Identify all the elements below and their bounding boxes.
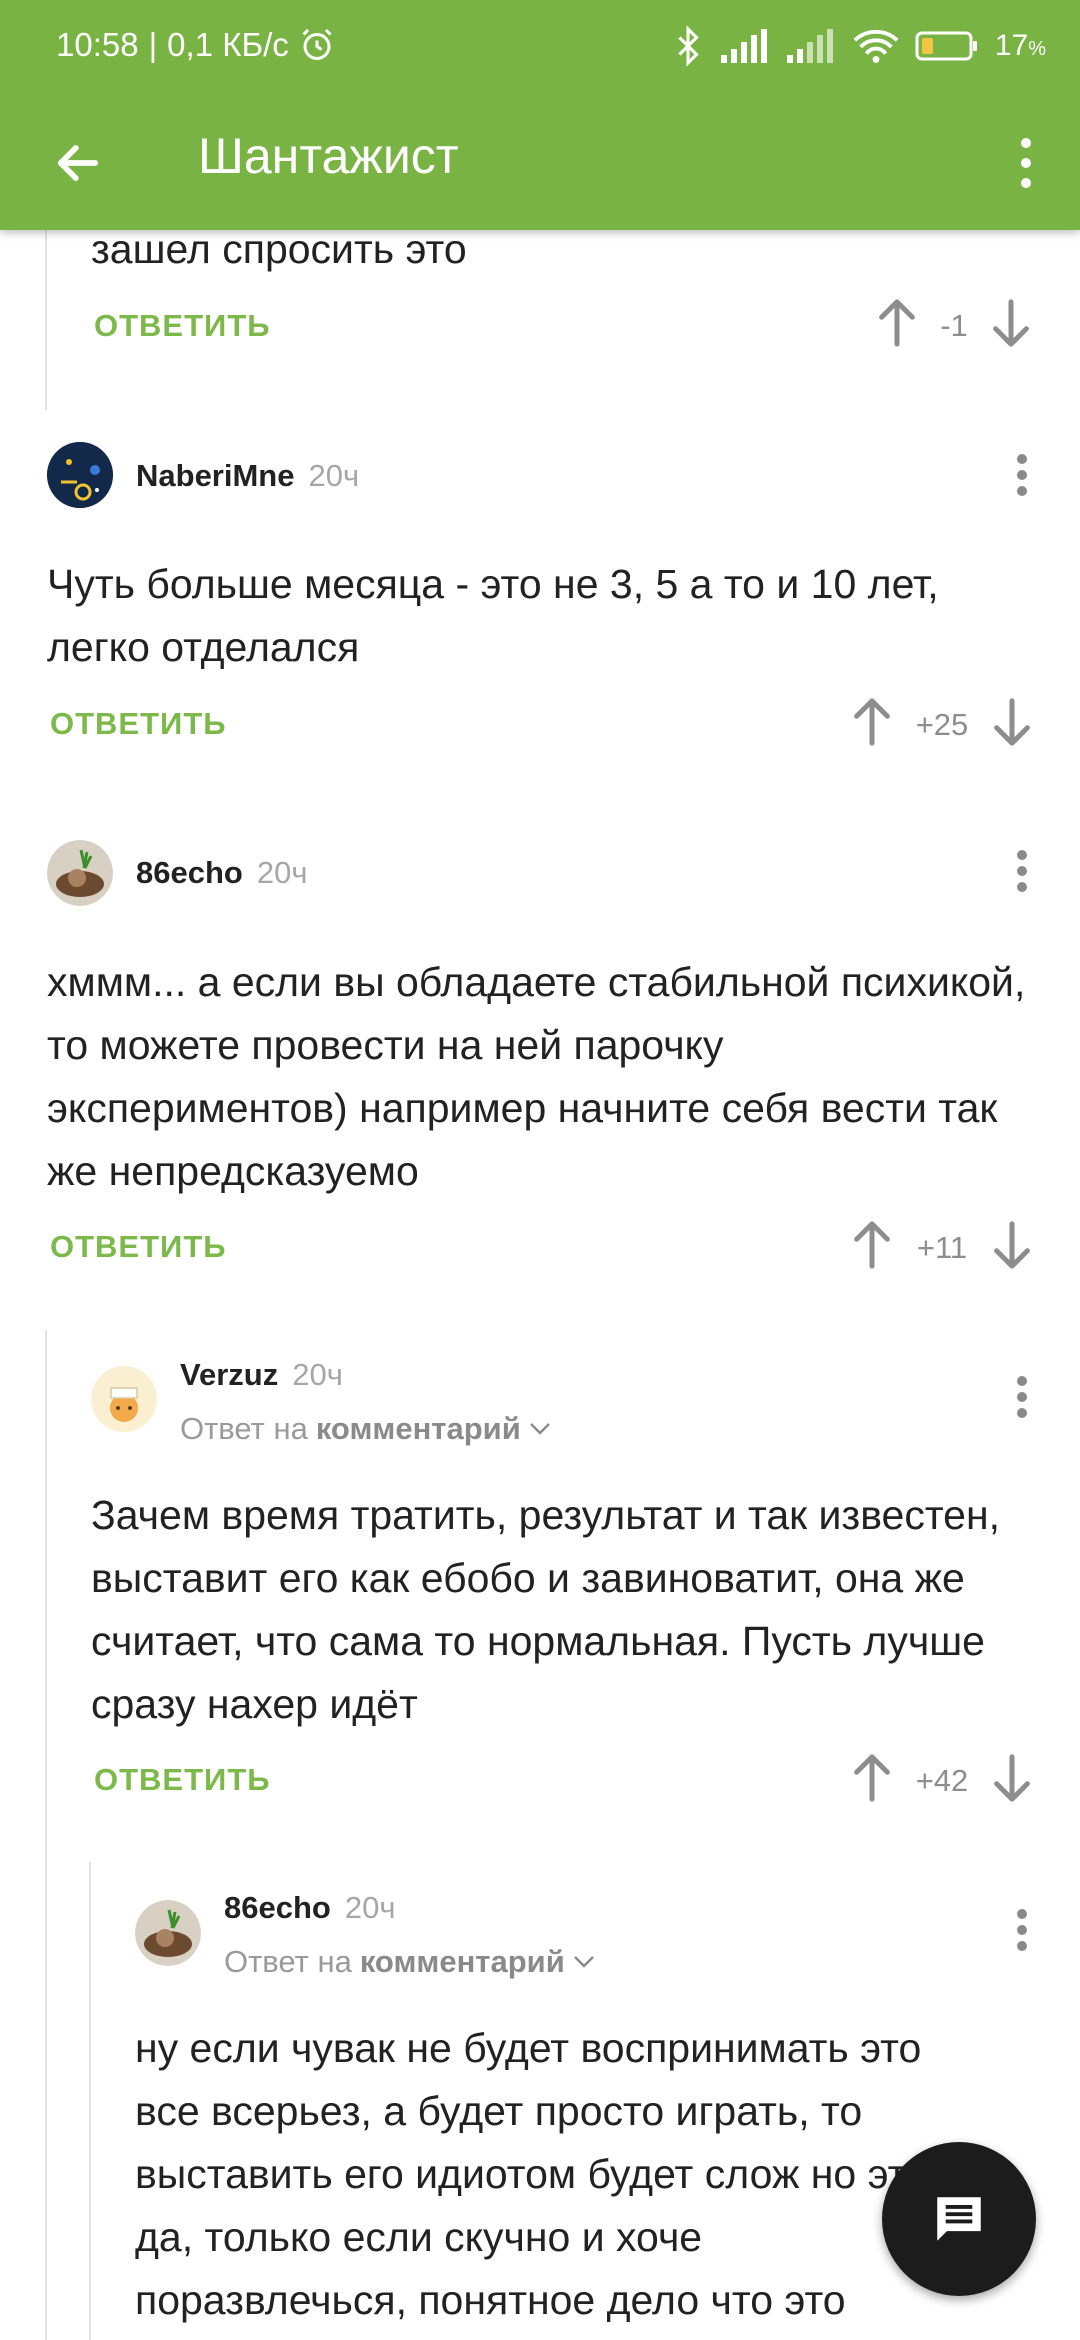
battery-level: 17: [994, 29, 1029, 62]
comment-time: 20ч: [256, 855, 308, 890]
comment-time: 20ч: [344, 1890, 396, 1925]
top-bar: 10:58 | 0,1 КБ/с 17% Шантажист: [0, 0, 1080, 230]
vote-controls: +42: [850, 1753, 1034, 1808]
avatar[interactable]: [47, 442, 113, 508]
chevron-down-icon: [529, 1423, 550, 1435]
page-title: Шантажист: [198, 128, 459, 184]
comment-text: Чуть больше месяца - это не 3, 5 а то и …: [47, 561, 939, 670]
comment-score: +42: [915, 1762, 969, 1798]
arrow-up-icon: [879, 299, 915, 347]
comment-text: хммм... а если вы обладаете стабильной п…: [47, 959, 1026, 1194]
comment-score: +25: [915, 706, 969, 742]
more-vertical-icon: [1017, 1909, 1027, 1951]
upvote-button[interactable]: [850, 1220, 894, 1275]
arrow-left-icon: [57, 145, 99, 181]
reply-to-link[interactable]: Ответ на комментарий: [180, 1411, 551, 1447]
more-vertical-icon: [1017, 1376, 1027, 1418]
comment-author: Verzuz 20ч: [180, 1357, 343, 1392]
comment-author: 86echo 20ч: [136, 855, 308, 890]
downvote-button[interactable]: [989, 298, 1033, 353]
comment-time: 20ч: [292, 1357, 343, 1392]
upvote-button[interactable]: [850, 697, 894, 752]
avatar[interactable]: [135, 1900, 201, 1966]
arrow-down-icon: [993, 299, 1029, 347]
chevron-down-icon: [573, 1956, 594, 1968]
comment-more-button[interactable]: [1002, 1362, 1042, 1432]
bluetooth-icon: [671, 26, 705, 66]
downvote-button[interactable]: [990, 697, 1034, 752]
app-bar: Шантажист: [0, 95, 1080, 230]
reply-to-target: комментарий: [315, 1411, 521, 1446]
comment-score: +11: [916, 1229, 968, 1265]
avatar[interactable]: [91, 1366, 157, 1432]
reply-button[interactable]: ОТВЕТИТЬ: [50, 1229, 227, 1265]
thread-line: [45, 1330, 47, 2340]
vote-controls: -1: [875, 298, 1033, 353]
thread-line: [45, 230, 47, 410]
comment-author: NaberiMne 20ч: [136, 458, 360, 493]
reply-to-link[interactable]: Ответ на комментарий: [224, 1944, 595, 1980]
signal-icon: [786, 29, 837, 63]
vote-controls: +11: [850, 1220, 1034, 1275]
comment-time: 20ч: [308, 458, 360, 493]
comment-text: ну если чувак не будет воспринимать это …: [135, 2025, 929, 2323]
more-vertical-icon: [1017, 850, 1027, 892]
battery-icon: [915, 29, 979, 63]
downvote-button[interactable]: [990, 1220, 1034, 1275]
status-time: 10:58: [56, 26, 139, 63]
comment-icon: [937, 2197, 981, 2241]
comment-score: -1: [940, 307, 968, 343]
arrow-up-icon: [854, 698, 890, 746]
reply-button[interactable]: ОТВЕТИТЬ: [50, 706, 227, 742]
reply-to-target: комментарий: [359, 1944, 565, 1979]
battery-unit: %: [1028, 38, 1046, 60]
signal-icon: [720, 29, 771, 63]
upvote-button[interactable]: [850, 1753, 894, 1808]
avatar[interactable]: [47, 840, 113, 906]
comment-more-button[interactable]: [1002, 440, 1042, 510]
comment-more-button[interactable]: [1002, 1895, 1042, 1965]
arrow-down-icon: [994, 1754, 1030, 1802]
more-vertical-icon: [1021, 138, 1031, 188]
back-button[interactable]: [40, 125, 116, 201]
downvote-button[interactable]: [990, 1753, 1034, 1808]
more-vertical-icon: [1017, 454, 1027, 496]
thread-line: [89, 1862, 91, 2340]
vote-controls: +25: [850, 697, 1034, 752]
arrow-down-icon: [994, 698, 1030, 746]
wifi-icon: [853, 28, 899, 64]
comment-author: 86echo 20ч: [224, 1890, 396, 1925]
arrow-up-icon: [854, 1754, 890, 1802]
network-speed: 0,1 КБ/с: [167, 26, 289, 63]
add-comment-fab[interactable]: [882, 2142, 1036, 2296]
comment-more-button[interactable]: [1002, 836, 1042, 906]
status-bar: 10:58 | 0,1 КБ/с 17%: [0, 0, 1080, 95]
comment-text: Зачем время тратить, результат и так изв…: [91, 1492, 1000, 1727]
upvote-button[interactable]: [875, 298, 919, 353]
arrow-up-icon: [854, 1221, 890, 1269]
reply-button[interactable]: ОТВЕТИТЬ: [94, 308, 271, 344]
arrow-down-icon: [994, 1221, 1030, 1269]
reply-button[interactable]: ОТВЕТИТЬ: [94, 1762, 271, 1798]
alarm-icon: [299, 27, 335, 63]
overflow-menu-button[interactable]: [996, 125, 1056, 201]
